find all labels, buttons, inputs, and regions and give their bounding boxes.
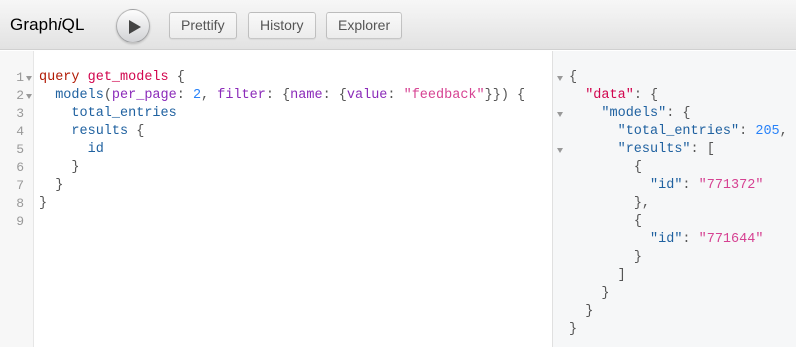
result-line: "data": { [585,88,659,103]
result-fold-gutter [553,51,569,347]
code-line: } [71,160,80,175]
history-button[interactable]: History [248,12,316,39]
line-number: 6 [16,160,24,175]
fold-arrow-icon[interactable] [557,112,563,117]
result-line: "results": [ [617,142,715,157]
line-number: 1 [16,70,24,85]
result-line: "id": "771644" [650,232,764,247]
result-line: } [569,322,578,337]
line-number: 7 [16,178,24,193]
code-line: query get_models { [39,70,185,85]
line-number: 4 [16,124,24,139]
fold-arrow-icon[interactable] [557,148,563,153]
result-line: { [633,160,642,175]
result-line: { [569,70,578,85]
result-line: "models": { [601,106,691,121]
result-line: } [585,304,594,319]
result-viewer[interactable]: { "data": { "models": { "total_entries":… [552,51,796,347]
result-line: }, [633,196,651,211]
line-number: 3 [16,106,24,121]
explorer-button[interactable]: Explorer [326,12,403,39]
result-line: } [601,286,610,301]
execute-query-button[interactable] [116,9,150,43]
code-line: } [39,196,48,211]
toolbar: GraphiQL Prettify History Explorer [0,0,796,50]
line-number: 5 [16,142,24,157]
code-line: id [87,142,104,157]
query-editor[interactable]: 1 2 3 4 5 6 7 8 9 query get_models { mod… [0,51,552,347]
code-line: results { [71,124,145,139]
prettify-button[interactable]: Prettify [169,12,237,39]
result-line: } [633,250,642,265]
fold-arrow-icon[interactable] [557,76,563,81]
code-line: total_entries [71,106,177,121]
result-line: "id": "771372" [650,178,764,193]
code-line: } [55,178,64,193]
play-icon [129,20,141,34]
app-title: GraphiQL [10,15,85,34]
result-line: "total_entries": 205, [617,124,788,139]
result-line: { [633,214,642,229]
code-line: models(per_page: 2, filter: {name: {valu… [55,88,526,103]
line-number: 8 [16,196,24,211]
result-line: ] [617,268,626,283]
fold-arrow-icon[interactable] [26,76,32,81]
line-number-gutter: 1 2 3 4 5 6 7 8 9 [0,51,34,347]
fold-arrow-icon[interactable] [26,94,32,99]
line-number: 9 [16,214,24,229]
line-number: 2 [16,88,24,103]
